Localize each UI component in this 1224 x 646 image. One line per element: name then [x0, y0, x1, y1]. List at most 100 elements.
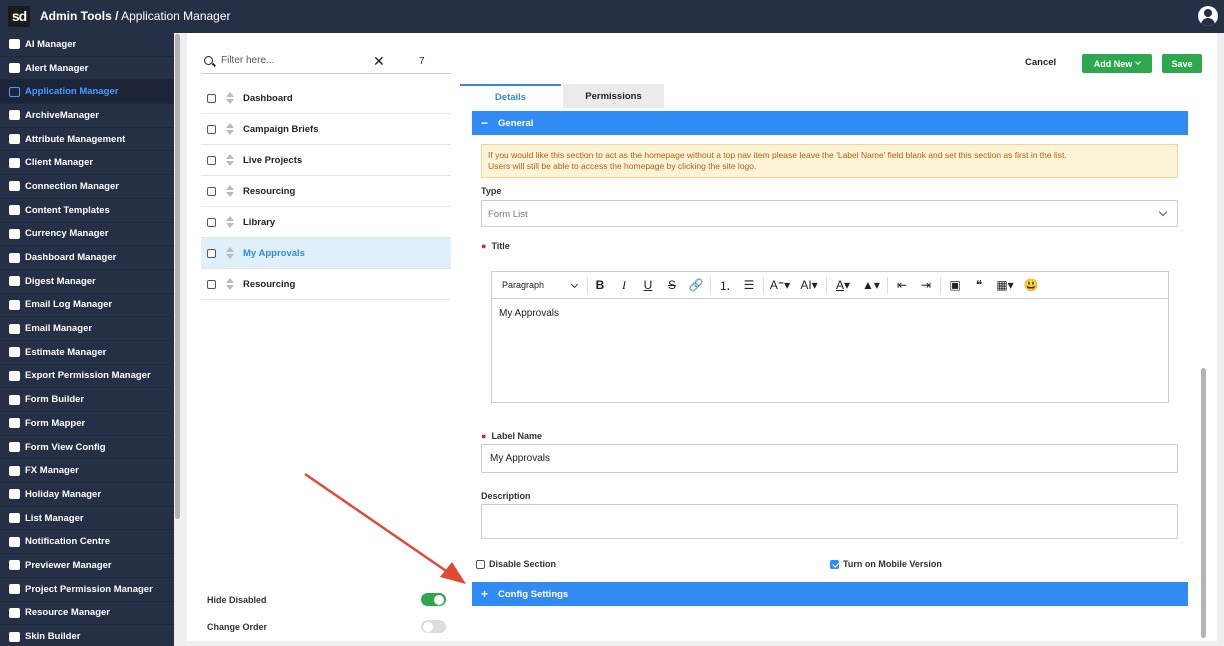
- sun-icon: [8, 488, 20, 500]
- strikethrough-icon[interactable]: S: [660, 278, 684, 292]
- config-settings-section-header[interactable]: + Config Settings: [472, 582, 1188, 606]
- general-section-header[interactable]: − General: [472, 111, 1188, 135]
- save-button[interactable]: Save: [1162, 54, 1202, 73]
- sidebar-item-label: Form View Config: [25, 441, 106, 453]
- sidebar-item[interactable]: Content Templates: [0, 199, 174, 223]
- sidebar-item[interactable]: FX Manager: [0, 459, 174, 484]
- disable-section-checkbox[interactable]: Disable Section: [476, 559, 556, 569]
- reorder-arrows-icon[interactable]: [225, 185, 235, 197]
- checkbox-icon[interactable]: [207, 155, 216, 165]
- sidebar-item[interactable]: Form View Config: [0, 436, 174, 460]
- tab-permissions[interactable]: Permissions: [563, 84, 664, 108]
- mobile-version-label: Turn on Mobile Version: [843, 559, 942, 569]
- checkbox-icon[interactable]: [207, 124, 216, 134]
- list-item[interactable]: Resourcing: [201, 269, 451, 300]
- sidebar-item[interactable]: Notification Centre: [0, 530, 174, 555]
- description-input[interactable]: [481, 504, 1178, 539]
- sidebar-item-label: Client Manager: [25, 157, 94, 169]
- sidebar-item[interactable]: Client Manager: [0, 151, 174, 176]
- image-icon[interactable]: ▣: [943, 278, 967, 292]
- bulleted-list-icon[interactable]: ☰: [737, 278, 761, 292]
- main-scrollbar[interactable]: [1201, 368, 1206, 638]
- hide-disabled-toggle[interactable]: [421, 593, 446, 606]
- sidebar-item[interactable]: Form Builder: [0, 388, 174, 412]
- edit-icon: [8, 275, 20, 287]
- sidebar-item[interactable]: ArchiveManager: [0, 104, 174, 128]
- sidebar-item[interactable]: List Manager: [0, 507, 174, 531]
- label-name-label-text: Label Name: [491, 431, 542, 441]
- sidebar-item-label: Application Manager: [25, 86, 119, 98]
- sidebar-item[interactable]: Dashboard Manager: [0, 246, 174, 270]
- sidebar-item[interactable]: Project Permission Manager: [0, 578, 174, 602]
- emoji-icon[interactable]: 😃: [1019, 278, 1043, 292]
- indent-icon[interactable]: ⇥: [914, 278, 938, 292]
- filter-input[interactable]: [221, 55, 371, 66]
- sidebar-item[interactable]: Alert Manager: [0, 57, 174, 81]
- italic-icon[interactable]: I: [612, 278, 636, 293]
- paragraph-format-dropdown[interactable]: Paragraph: [502, 276, 588, 294]
- underline-icon[interactable]: U: [636, 278, 660, 292]
- tab-details[interactable]: Details: [460, 84, 561, 109]
- plus-icon: [8, 441, 20, 453]
- briefcase-icon: [8, 323, 20, 335]
- sidebar-item[interactable]: Attribute Management: [0, 128, 174, 152]
- add-new-button[interactable]: Add New: [1082, 54, 1152, 73]
- outdent-icon[interactable]: ⇤: [890, 278, 914, 292]
- checkbox-icon[interactable]: [207, 217, 216, 227]
- sidebar-item[interactable]: Currency Manager: [0, 223, 174, 247]
- reorder-arrows-icon[interactable]: [225, 123, 235, 135]
- list-item[interactable]: Resourcing: [201, 176, 451, 207]
- sidebar-item-label: Attribute Management: [25, 133, 126, 145]
- link-icon[interactable]: 🔗: [684, 278, 708, 292]
- font-size-icon[interactable]: A⁼▾: [766, 278, 794, 292]
- sidebar-item[interactable]: Email Manager: [0, 317, 174, 341]
- sidebar-item[interactable]: Holiday Manager: [0, 483, 174, 507]
- highlight-color-icon[interactable]: ▲▾: [857, 278, 885, 292]
- sidebar-item[interactable]: AI Manager: [0, 33, 174, 57]
- editor-content[interactable]: My Approvals: [492, 299, 1168, 328]
- page-title: Application Manager: [118, 9, 231, 23]
- sidebar-item[interactable]: Skin Builder: [0, 625, 174, 646]
- list-item[interactable]: Library: [201, 207, 451, 238]
- mobile-version-checkbox[interactable]: Turn on Mobile Version: [830, 559, 942, 569]
- sidebar-item[interactable]: Estimate Manager: [0, 341, 174, 365]
- reorder-arrows-icon[interactable]: [225, 278, 235, 290]
- sidebar-item[interactable]: Connection Manager: [0, 175, 174, 199]
- list-item[interactable]: My Approvals: [201, 238, 451, 269]
- checkbox-icon[interactable]: [207, 186, 216, 196]
- numbered-list-icon[interactable]: ⒈: [713, 277, 737, 294]
- type-select[interactable]: Form List: [481, 200, 1178, 227]
- homepage-notice: If you would like this section to act as…: [481, 144, 1178, 178]
- app-logo[interactable]: sd: [8, 6, 30, 27]
- sidebar-item[interactable]: Form Mapper: [0, 412, 174, 436]
- list-item[interactable]: Dashboard: [201, 83, 451, 114]
- checkbox-icon[interactable]: [207, 93, 216, 103]
- sidebar-item[interactable]: Application Manager: [0, 80, 174, 105]
- bold-icon[interactable]: B: [588, 278, 612, 292]
- table-icon[interactable]: ▦▾: [991, 278, 1019, 292]
- reorder-arrows-icon[interactable]: [225, 92, 235, 104]
- reorder-arrows-icon[interactable]: [225, 154, 235, 166]
- font-color-icon[interactable]: A▾: [829, 278, 857, 292]
- clear-filter-icon[interactable]: ✕: [373, 53, 385, 70]
- sidebar-item[interactable]: Resource Manager: [0, 602, 174, 626]
- cancel-button[interactable]: Cancel: [1025, 57, 1056, 68]
- sidebar-item[interactable]: Digest Manager: [0, 270, 174, 294]
- sidebar-item[interactable]: Email Log Manager: [0, 294, 174, 318]
- checkbox-icon[interactable]: [207, 248, 216, 258]
- user-avatar-icon[interactable]: [1198, 6, 1218, 26]
- sidebar-item[interactable]: Export Permission Manager: [0, 365, 174, 389]
- label-name-input[interactable]: My Approvals: [481, 444, 1178, 473]
- quote-icon[interactable]: ❝: [967, 278, 991, 292]
- change-order-toggle[interactable]: [421, 620, 446, 633]
- add-new-label: Add New: [1093, 58, 1133, 69]
- sidebar-item[interactable]: Previewer Manager: [0, 554, 174, 578]
- title-rich-text-editor[interactable]: Paragraph B I U S 🔗 ⒈ ☰ A⁼▾ AI▾ A▾ ▲▾ ⇤ …: [491, 271, 1169, 403]
- reorder-arrows-icon[interactable]: [225, 247, 235, 259]
- list-item[interactable]: Campaign Briefs: [201, 114, 451, 145]
- checkbox-icon[interactable]: [207, 279, 216, 289]
- font-family-icon[interactable]: AI▾: [794, 278, 824, 292]
- sidebar-scrollbar[interactable]: [175, 34, 180, 519]
- list-item[interactable]: Live Projects: [201, 145, 451, 176]
- reorder-arrows-icon[interactable]: [225, 216, 235, 228]
